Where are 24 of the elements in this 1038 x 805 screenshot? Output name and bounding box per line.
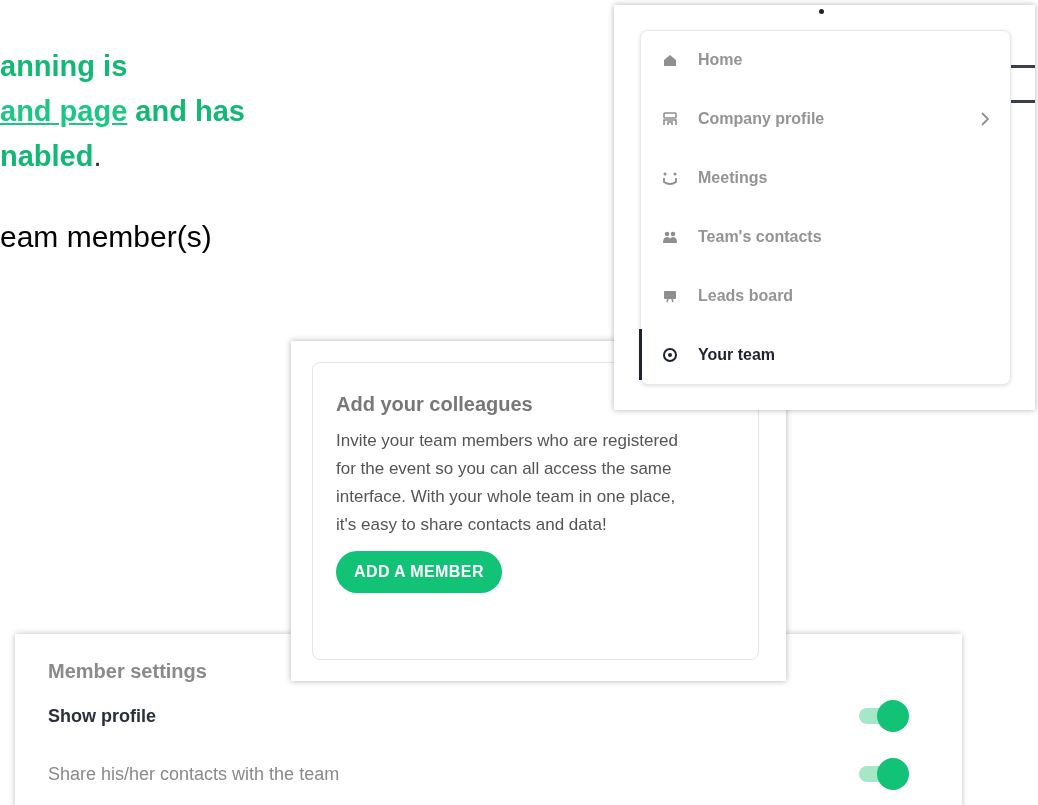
intro-text: and page and has (0, 94, 245, 129)
setting-label: Share his/her contacts with the team (48, 762, 340, 786)
page-link[interactable]: and page (0, 95, 128, 127)
add-member-button[interactable]: ADD A MEMBER (336, 551, 502, 593)
circle-icon (662, 346, 678, 363)
menu-item[interactable]: Your team (641, 325, 1010, 384)
line-fragment (1011, 65, 1035, 68)
menu-item[interactable]: Company profile (641, 89, 1010, 149)
menu-item[interactable]: Meetings (641, 148, 1010, 208)
card-text: Invite your team members who are registered for the event so you can all access the same interface. With your whole team in one place, it's easy to share contacts and data! (336, 430, 680, 536)
menu-item[interactable]: Leads board (641, 266, 1010, 326)
line-fragment (1011, 100, 1035, 103)
building-icon (662, 111, 678, 128)
menu-item[interactable]: Home (641, 31, 1010, 90)
intro-text: eam member(s) (0, 219, 212, 255)
intro-text: anning is (0, 49, 129, 84)
panel-title: Member settings (48, 659, 208, 684)
house-icon (662, 52, 678, 69)
card-title: Add your colleagues (336, 392, 534, 417)
toggle-switch[interactable] (859, 700, 909, 732)
menu-item[interactable]: Team's contacts (641, 207, 1010, 267)
toggle-switch[interactable] (859, 758, 909, 790)
setting-label: Show profile (48, 704, 156, 728)
intro-text: nabled. (0, 139, 103, 174)
